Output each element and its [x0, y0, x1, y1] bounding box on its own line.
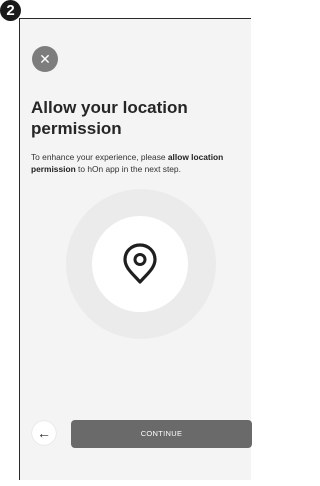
arrow-left-icon: ←: [37, 425, 51, 441]
close-button[interactable]: ✕: [32, 46, 58, 72]
instruction-page: 2 ✕ Allow your location permission To en…: [0, 0, 253, 486]
continue-button[interactable]: CONTINUE: [71, 420, 252, 448]
back-button[interactable]: ←: [32, 421, 56, 445]
description-pre: To enhance your experience, please: [31, 152, 168, 162]
description-text: To enhance your experience, please allow…: [31, 152, 243, 175]
location-pin-icon: [123, 243, 157, 284]
description-post: to hOn app in the next step.: [75, 163, 181, 174]
phone-screen: ✕ Allow your location permission To enha…: [19, 18, 252, 480]
page-title: Allow your location permission: [31, 98, 188, 138]
step-number-badge: 2: [0, 0, 21, 21]
close-icon: ✕: [39, 51, 51, 67]
